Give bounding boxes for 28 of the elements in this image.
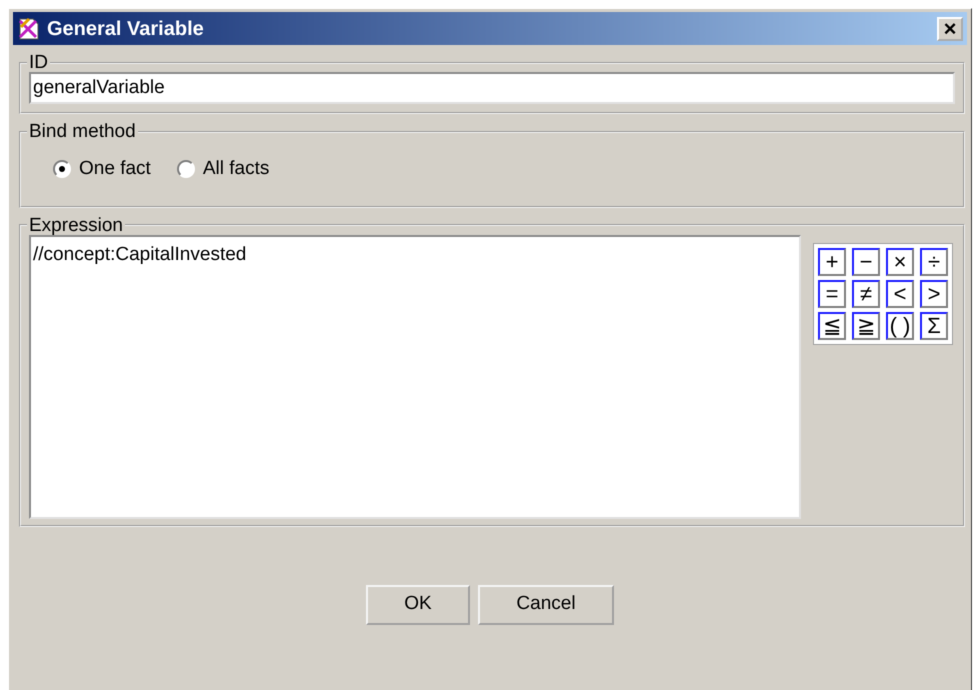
group-label: Bind method (28, 122, 137, 141)
operator-button[interactable]: − (852, 248, 880, 276)
radio-option[interactable]: One fact (53, 155, 151, 184)
group-label: Expression (28, 216, 124, 234)
radio-button[interactable] (176, 160, 195, 178)
group-label: ID (28, 53, 49, 72)
operator-button[interactable]: ÷ (920, 248, 948, 276)
operator-button[interactable]: + (818, 248, 846, 276)
radio-label: One fact (79, 157, 151, 181)
operator-button[interactable]: > (920, 280, 948, 308)
operator-button[interactable]: ≠ (852, 280, 880, 308)
operator-button[interactable]: ≦ (818, 312, 846, 340)
cancel-button[interactable]: Cancel (478, 584, 614, 624)
app-icon (17, 16, 41, 40)
operator-button[interactable]: Σ (920, 312, 948, 340)
operator-button[interactable]: < (886, 280, 914, 308)
ok-button[interactable]: OK (366, 584, 470, 624)
close-button[interactable]: × (937, 16, 963, 40)
operator-button[interactable]: × (886, 248, 914, 276)
radio-option[interactable]: All facts (176, 155, 270, 184)
expression-field[interactable]: //concept:CapitalInvested (29, 234, 801, 518)
id-field[interactable]: generalVariable (29, 72, 955, 104)
radio-button[interactable] (53, 160, 71, 178)
operator-button[interactable]: = (818, 280, 846, 308)
radio-label: All facts (202, 157, 270, 181)
operator-button[interactable]: ≧ (852, 312, 880, 340)
operator-button[interactable]: ( ) (886, 312, 914, 340)
window-title: General Variable (47, 16, 204, 42)
